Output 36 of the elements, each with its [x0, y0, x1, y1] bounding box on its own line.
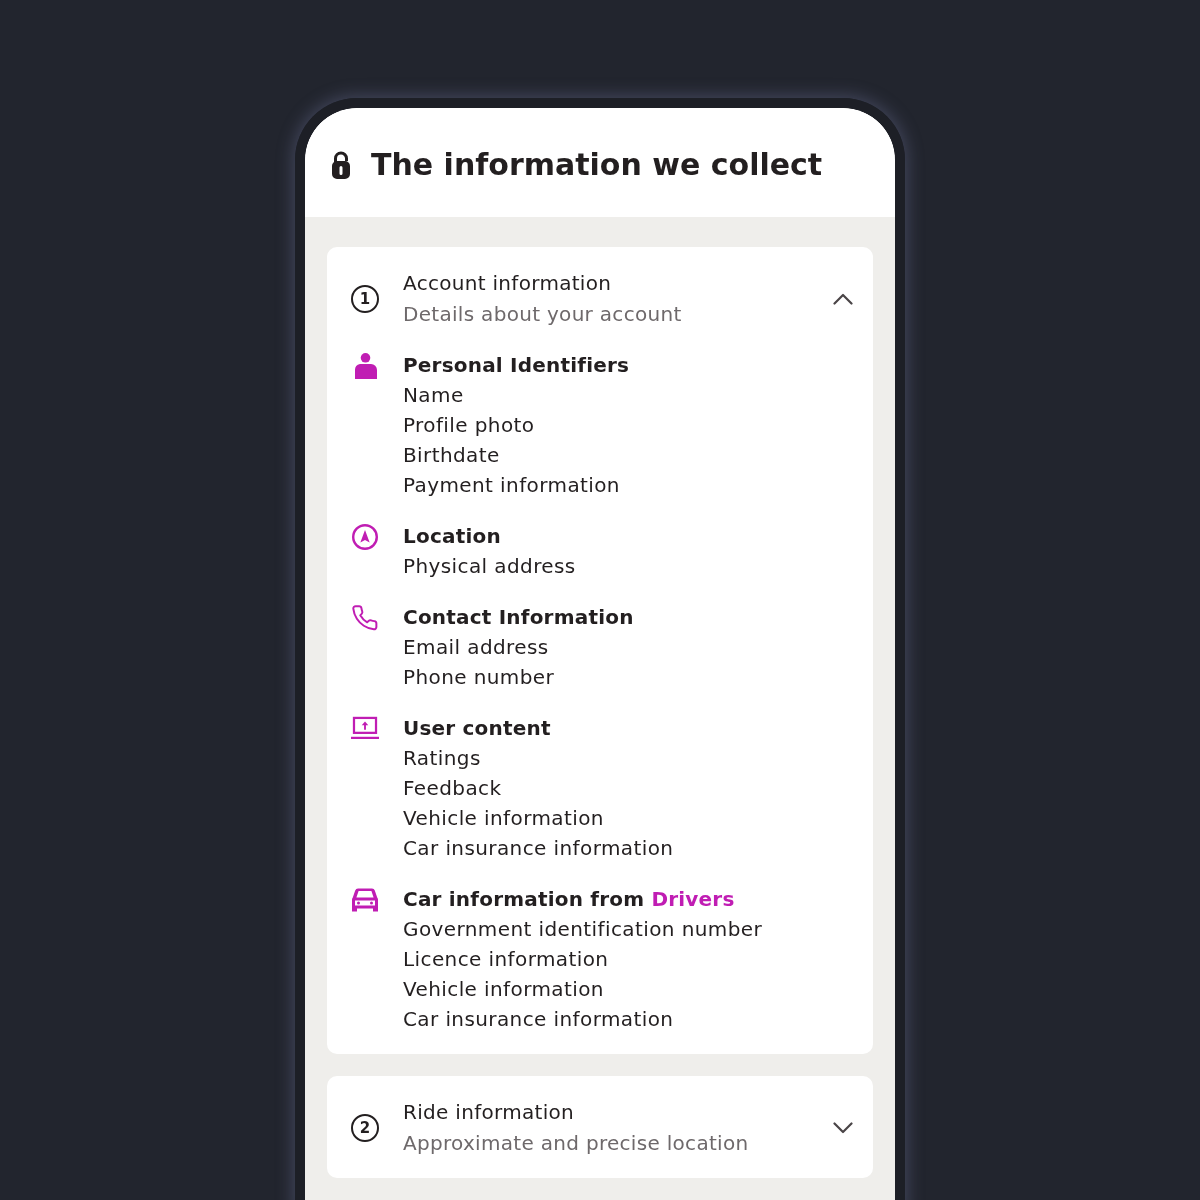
info-item: Name: [403, 382, 465, 409]
lock-icon: [331, 150, 351, 179]
info-item: Email address: [403, 634, 550, 661]
info-item: Feedback: [403, 775, 503, 802]
info-item: Ratings: [403, 745, 482, 772]
group-title: Location: [403, 523, 502, 550]
info-item: Car insurance information: [403, 1006, 675, 1033]
group-title: User content: [403, 715, 552, 742]
chevron-icon[interactable]: [833, 292, 853, 305]
car-icon: [352, 887, 378, 913]
section-number: 1: [351, 284, 379, 313]
link[interactable]: Drivers: [651, 887, 735, 911]
chevron-icon[interactable]: [833, 1121, 853, 1134]
person-icon: [352, 353, 378, 379]
info-item: Birthdate: [403, 442, 501, 469]
section-title: Account information: [403, 270, 613, 297]
info-item: Licence information: [403, 946, 610, 973]
info-item: Car insurance information: [403, 835, 674, 862]
section-subtitle: Details about your account: [403, 301, 683, 328]
info-item: Physical address: [403, 553, 576, 580]
phone-icon: [352, 605, 378, 631]
info-item: Vehicle information: [403, 805, 605, 832]
info-item: Payment information: [403, 472, 621, 499]
info-item: Government identification number: [403, 916, 763, 943]
section-title: Ride information: [403, 1099, 576, 1126]
section-number: 2: [351, 1113, 379, 1142]
group-title: Personal Identifiers: [403, 352, 630, 379]
laptop-upload-icon: [351, 716, 379, 740]
section-subtitle: Approximate and precise location: [403, 1130, 750, 1157]
info-item: Phone number: [403, 664, 556, 691]
page-title: The information we collect: [371, 147, 823, 182]
info-item: Vehicle information: [403, 976, 605, 1003]
info-item: Profile photo: [403, 412, 536, 439]
group-title: Contact Information: [403, 604, 634, 631]
navigation-icon: [352, 524, 378, 550]
group-title: Car information from Drivers: [403, 886, 736, 913]
